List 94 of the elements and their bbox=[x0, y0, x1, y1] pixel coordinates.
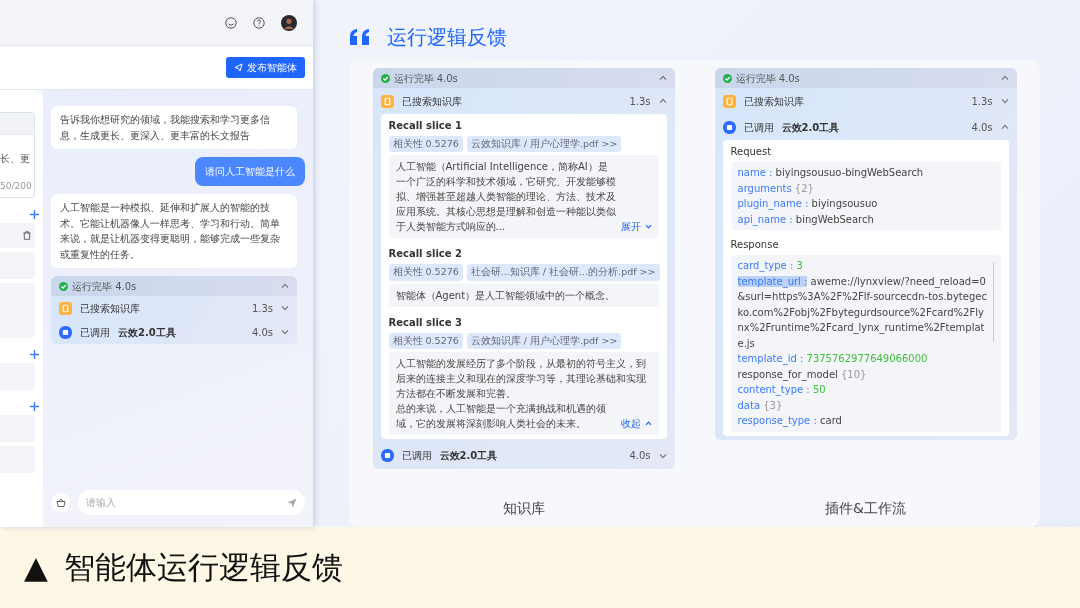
document-icon bbox=[722, 94, 736, 108]
key-value-line: arguments {2} bbox=[737, 181, 815, 196]
chat-message: 告诉我你想研究的领域，我能搜索和学习更多信息，生成更长、更深入、更丰富的长文报告 bbox=[51, 106, 297, 149]
tag: 云效知识库 / 用户心理学.pdf >> bbox=[466, 136, 622, 153]
publish-button[interactable]: 发布智能体 bbox=[226, 57, 305, 78]
basket-button[interactable] bbox=[51, 493, 70, 512]
plus-icon[interactable] bbox=[30, 402, 39, 411]
key-value-line: api_name : bingWebSearch bbox=[737, 212, 875, 227]
slice-title: Recall slice 3 bbox=[388, 315, 463, 330]
check-circle-icon bbox=[722, 73, 732, 83]
slice-text: 人工智能（Artificial Intelligence，简称AI）是一个广泛的科学和技术领域，它研究、开发能够模拟、增强甚至超越人类智能的理论、方法、技术及应用系统。其核心思想是理解和创造一种能以类似于人类智能方式响应的... bbox=[395, 160, 617, 235]
cube-icon bbox=[380, 449, 394, 463]
slice-text: 总的来说，人工智能是一个充满挑战和机遇的领域，它的发展将深刻影响人类社会的未来。 bbox=[395, 401, 607, 431]
caret-up-icon[interactable] bbox=[1000, 123, 1009, 131]
character-counter: 50/200 bbox=[0, 179, 33, 193]
section-label: Request bbox=[730, 145, 773, 159]
step-label: 已搜索知识库 bbox=[401, 94, 462, 109]
caret-up-icon[interactable] bbox=[658, 97, 667, 105]
send-icon bbox=[234, 63, 243, 72]
key-value-line: card_type : 3 bbox=[737, 259, 804, 274]
document-icon bbox=[380, 94, 394, 108]
cube-icon bbox=[722, 120, 736, 134]
duration-text: 1.3s bbox=[251, 301, 273, 316]
status-text: 运行完毕 4.0s bbox=[735, 71, 800, 86]
quote-icon bbox=[349, 28, 371, 46]
tag: 社会研...知识库 / 社会研...的分析.pdf >> bbox=[466, 264, 660, 281]
chat-message: 请问人工智能是什么 bbox=[195, 157, 305, 186]
caret-down-icon[interactable] bbox=[644, 223, 652, 231]
list-item[interactable] bbox=[0, 223, 35, 248]
cube-icon bbox=[59, 325, 72, 339]
text-fragment: 长、更 bbox=[0, 152, 31, 166]
help-icon[interactable] bbox=[253, 16, 265, 29]
tool-name: 云效2.0工具 bbox=[781, 120, 840, 135]
avatar-icon[interactable] bbox=[281, 14, 297, 31]
slice-text: 人工智能的发展经历了多个阶段，从最初的符号主义，到后来的连接主义和现在的深度学习等，其理论基础和实现方法都在不断发展和完善。 bbox=[395, 356, 647, 401]
duration-text: 1.3s bbox=[971, 94, 993, 109]
caret-down-icon[interactable] bbox=[1000, 97, 1009, 105]
triangle-marker: ▲ bbox=[24, 548, 48, 588]
duration-text: 4.0s bbox=[251, 325, 273, 340]
check-circle-icon bbox=[59, 281, 68, 291]
tool-name: 云效2.0工具 bbox=[118, 325, 176, 340]
caret-up-icon[interactable] bbox=[1000, 74, 1009, 82]
toggle-link[interactable]: 展开 bbox=[620, 219, 641, 235]
tag: 相关性 0.5276 bbox=[388, 332, 463, 349]
key-value-line: data {3} bbox=[737, 398, 784, 413]
document-icon bbox=[59, 301, 72, 315]
trash-icon[interactable] bbox=[23, 231, 31, 240]
step-label: 已调用 bbox=[80, 325, 110, 340]
step-label: 已搜索知识库 bbox=[743, 94, 804, 109]
slice-title: Recall slice 1 bbox=[388, 119, 463, 133]
footer-title: 智能体运行逻辑反馈 bbox=[63, 548, 343, 588]
check-circle-icon bbox=[380, 73, 390, 83]
chat-message: 人工智能是一种模拟、延伸和扩展人的智能的技术。它能让机器像人一样思考、学习和行动。简单来说，就是让机器变得更聪明，能够完成一些复杂或重复性的任务。 bbox=[51, 194, 297, 268]
slice-text: 智能体（Agent）是人工智能领域中的一个概念。 bbox=[395, 288, 617, 303]
duration-text: 4.0s bbox=[629, 449, 651, 464]
key-value-line: response_for_model {10} bbox=[737, 367, 868, 382]
caret-up-icon[interactable] bbox=[644, 419, 652, 427]
caption: 插件&工作流 bbox=[825, 499, 906, 518]
key-value-line: template_id : 7375762977649066000 bbox=[737, 352, 929, 367]
key-value-line: name : biyingsousuo-bingWebSearch bbox=[737, 166, 925, 180]
status-text: 运行完毕 4.0s bbox=[393, 71, 458, 86]
tool-name: 云效2.0工具 bbox=[439, 449, 498, 464]
key-value-line: content_type : 50 bbox=[737, 383, 827, 398]
caret-up-icon[interactable] bbox=[658, 74, 667, 82]
tag: 云效知识库 / 用户心理学.pdf >> bbox=[466, 332, 622, 349]
message-input[interactable]: 请输入 bbox=[78, 490, 305, 515]
plus-icon[interactable] bbox=[30, 210, 39, 219]
duration-text: 1.3s bbox=[629, 94, 651, 109]
caret-down-icon[interactable] bbox=[658, 451, 667, 460]
tag: 相关性 0.5276 bbox=[388, 264, 463, 281]
step-label: 已调用 bbox=[743, 120, 774, 135]
step-label: 已搜索知识库 bbox=[80, 301, 140, 316]
slice-title: Recall slice 2 bbox=[388, 247, 463, 262]
caret-down-icon[interactable] bbox=[281, 304, 289, 312]
key-value-line: template_url : aweme://lynxview/?need_reload=0&surl=https%3A%2F%2Flf-sourcecdn-tos.bytegecko.com%2Fobj%2Fbytegurdsource%2Fcard%2Flynx%2Fruntime%2Fcard_lynx_runtime%2Ftemplate.js bbox=[737, 274, 988, 351]
basket-icon bbox=[55, 498, 66, 507]
plus-icon[interactable] bbox=[30, 350, 39, 359]
send-icon[interactable] bbox=[287, 497, 297, 508]
section-label: Response bbox=[730, 238, 780, 252]
section-title: 运行逻辑反馈 bbox=[387, 24, 507, 51]
toggle-link[interactable]: 收起 bbox=[620, 415, 641, 431]
scrollbar[interactable] bbox=[992, 262, 994, 342]
caret-down-icon[interactable] bbox=[281, 328, 289, 336]
key-value-line: plugin_name : biyingsousuo bbox=[737, 197, 879, 212]
placeholder-text: 请输入 bbox=[86, 496, 116, 510]
smiley-icon[interactable] bbox=[225, 16, 237, 29]
status-text: 运行完毕 4.0s bbox=[72, 279, 137, 294]
duration-text: 4.0s bbox=[971, 120, 993, 135]
caption: 知识库 bbox=[502, 499, 545, 518]
text-area[interactable]: 长、更 50/200 bbox=[0, 112, 35, 198]
key-value-line: response_type : card bbox=[737, 414, 843, 429]
step-label: 已调用 bbox=[401, 449, 432, 464]
tag: 相关性 0.5276 bbox=[388, 136, 463, 153]
caret-up-icon[interactable] bbox=[281, 282, 289, 290]
